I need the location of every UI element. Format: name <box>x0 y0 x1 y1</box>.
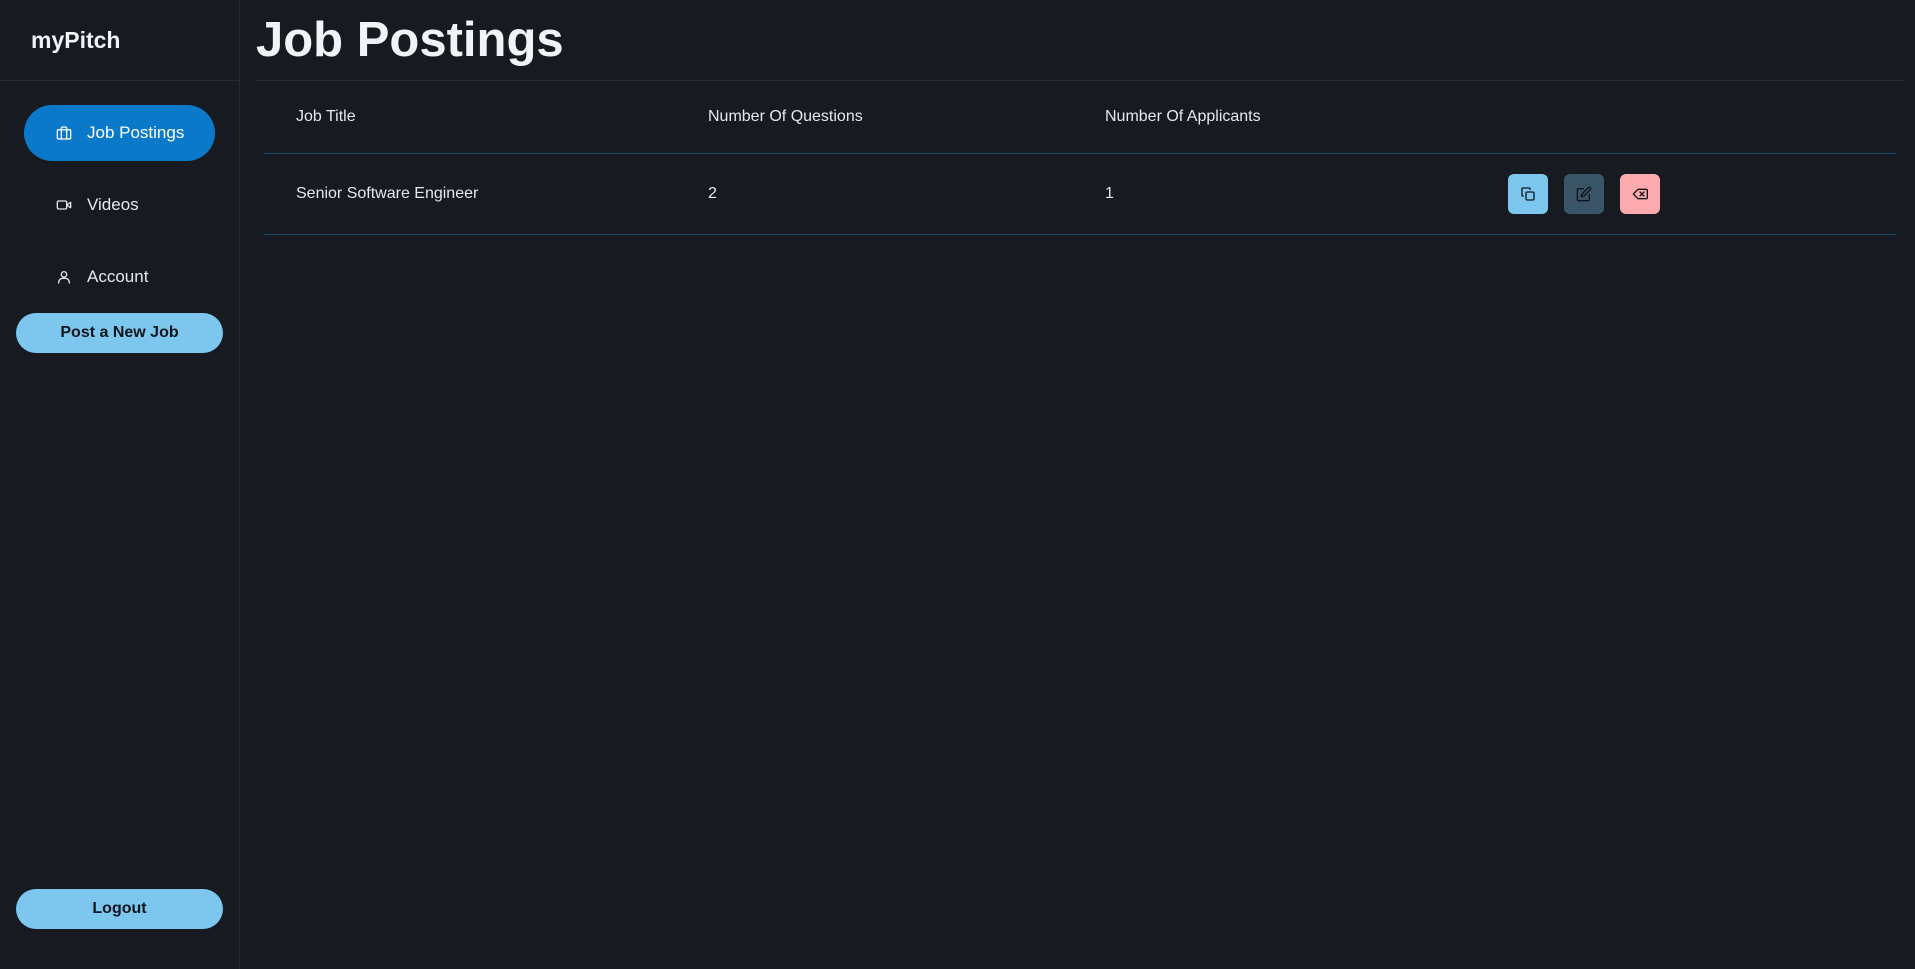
brand-logo[interactable]: myPitch <box>0 0 239 81</box>
app-root: myPitch Job Postings Videos Account Post… <box>0 0 1915 969</box>
table-header-row: Job Title Number Of Questions Number Of … <box>264 81 1896 154</box>
cell-applicant-count: 1 <box>1105 185 1114 202</box>
sidebar: myPitch Job Postings Videos Account Post… <box>0 0 240 969</box>
sidebar-nav: Job Postings Videos Account <box>0 81 239 305</box>
column-header-applicants[interactable]: Number Of Applicants <box>1105 108 1508 126</box>
logout-button[interactable]: Logout <box>16 889 223 929</box>
sidebar-item-videos[interactable]: Videos <box>24 177 215 233</box>
copy-button[interactable] <box>1508 174 1548 214</box>
user-icon <box>56 269 72 285</box>
copy-icon <box>1520 186 1536 202</box>
page-title: Job Postings <box>256 0 1905 81</box>
sidebar-item-label: Account <box>87 267 149 286</box>
row-actions <box>1508 174 1660 214</box>
job-postings-table: Job Title Number Of Questions Number Of … <box>264 81 1896 235</box>
main-content: Job Postings Job Title Number Of Questio… <box>240 0 1915 969</box>
delete-icon <box>1632 186 1648 202</box>
edit-button[interactable] <box>1564 174 1604 214</box>
sidebar-item-label: Job Postings <box>87 123 185 142</box>
cell-job-title[interactable]: Senior Software Engineer <box>264 185 708 203</box>
sidebar-item-label: Videos <box>87 195 139 214</box>
column-header-job-title[interactable]: Job Title <box>264 108 708 126</box>
edit-icon <box>1576 186 1592 202</box>
sidebar-item-job-postings[interactable]: Job Postings <box>24 105 215 161</box>
table-row[interactable]: Senior Software Engineer 2 1 <box>264 154 1896 235</box>
video-icon <box>56 197 72 213</box>
sidebar-item-account[interactable]: Account <box>24 249 215 305</box>
briefcase-icon <box>56 125 72 141</box>
column-header-questions[interactable]: Number Of Questions <box>708 108 1105 126</box>
post-new-job-button[interactable]: Post a New Job <box>16 313 223 353</box>
delete-button[interactable] <box>1620 174 1660 214</box>
cell-question-count: 2 <box>708 185 717 202</box>
